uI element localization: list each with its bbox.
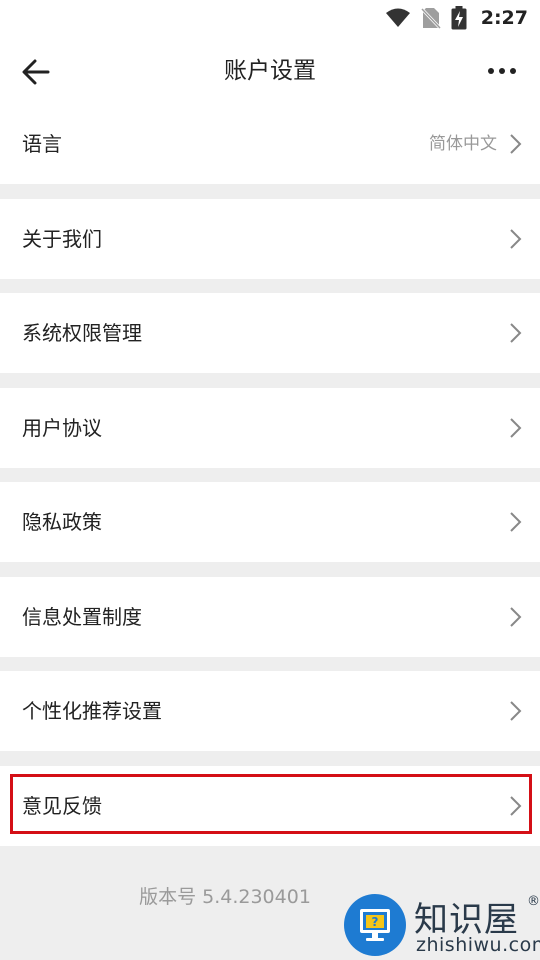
- settings-item-privacy[interactable]: 隐私政策: [0, 482, 540, 562]
- settings-item-label: 关于我们: [22, 227, 102, 251]
- monitor-question-icon: ?: [360, 909, 390, 941]
- watermark-registered: ®: [527, 894, 540, 909]
- status-time: 2:27: [480, 7, 528, 29]
- chevron-right-icon: [510, 418, 522, 438]
- chevron-right-icon: [510, 134, 522, 154]
- settings-item-label: 语言: [22, 132, 62, 156]
- more-button[interactable]: [482, 56, 522, 86]
- chevron-right-icon: [510, 796, 522, 816]
- settings-item-language[interactable]: 语言 简体中文: [0, 104, 540, 184]
- back-button[interactable]: [14, 52, 58, 92]
- chevron-right-icon: [510, 607, 522, 627]
- settings-item-about[interactable]: 关于我们: [0, 199, 540, 279]
- settings-item-label: 意见反馈: [22, 794, 102, 818]
- status-bar: 2:27: [0, 0, 540, 36]
- settings-item-permissions[interactable]: 系统权限管理: [0, 293, 540, 373]
- settings-item-info-policy[interactable]: 信息处置制度: [0, 577, 540, 657]
- language-value: 简体中文: [429, 134, 497, 154]
- settings-item-label: 隐私政策: [22, 510, 102, 534]
- status-icons: 2:27: [385, 6, 528, 30]
- settings-item-label: 个性化推荐设置: [22, 699, 162, 723]
- watermark-subtitle: zhishiwu.com: [416, 934, 540, 956]
- settings-item-user-agreement[interactable]: 用户协议: [0, 388, 540, 468]
- watermark-logo: ? 知识屋 ® zhishiwu.com: [340, 890, 540, 960]
- watermark-circle: ?: [344, 894, 406, 956]
- settings-item-personalization[interactable]: 个性化推荐设置: [0, 671, 540, 751]
- settings-item-label: 信息处置制度: [22, 605, 142, 629]
- settings-item-label: 系统权限管理: [22, 321, 142, 345]
- settings-item-feedback[interactable]: 意见反馈: [0, 766, 540, 846]
- chevron-right-icon: [510, 229, 522, 249]
- wifi-icon: [385, 8, 410, 27]
- arrow-left-icon: [22, 59, 50, 85]
- more-horizontal-icon: [488, 68, 516, 74]
- app-header: 账户设置: [0, 36, 540, 106]
- chevron-right-icon: [510, 512, 522, 532]
- chevron-right-icon: [510, 323, 522, 343]
- no-sim-icon: [420, 7, 441, 29]
- svg-text:?: ?: [372, 915, 379, 929]
- page-title: 账户设置: [224, 58, 316, 84]
- battery-charging-icon: [451, 6, 467, 30]
- chevron-right-icon: [510, 701, 522, 721]
- settings-item-label: 用户协议: [22, 416, 102, 440]
